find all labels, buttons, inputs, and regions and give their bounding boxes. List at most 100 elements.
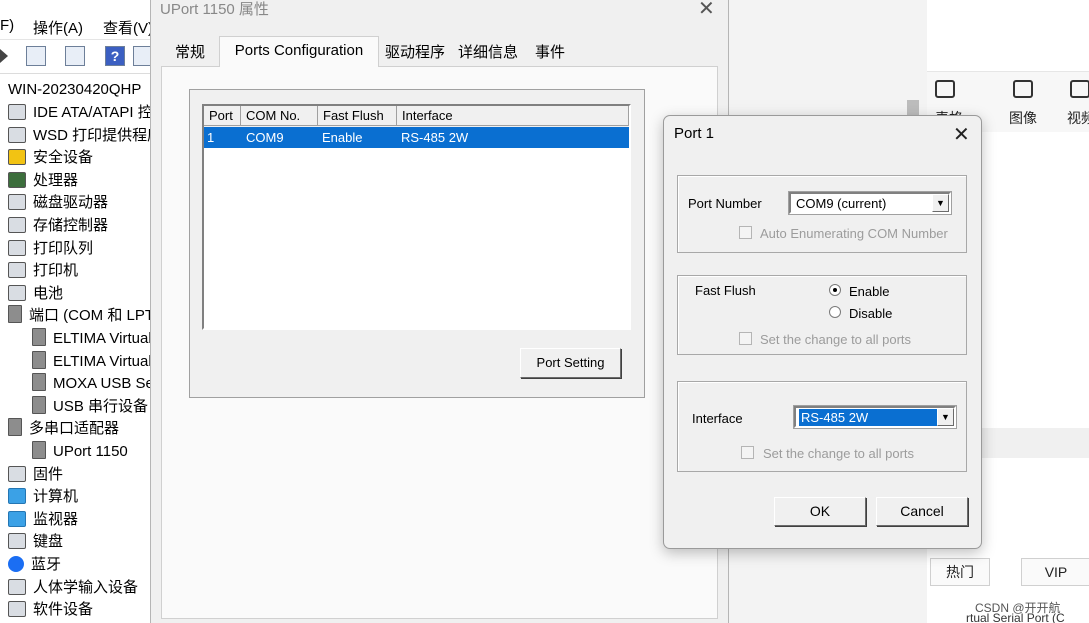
tree-item-label: 安全设备: [33, 149, 94, 167]
tree-item[interactable]: 多串口适配器: [8, 418, 119, 440]
interface-combo[interactable]: RS-485 2W ▼: [793, 405, 957, 429]
port-number-label: Port Number: [688, 196, 762, 211]
chevron-down-icon[interactable]: ▼: [932, 194, 949, 212]
tree-item[interactable]: 电池: [8, 283, 63, 305]
tree-item[interactable]: 安全设备: [8, 147, 93, 169]
tree-item-label: 计算机: [33, 488, 79, 506]
image-tab[interactable]: 图像: [1005, 108, 1041, 128]
help-icon[interactable]: ?: [105, 46, 125, 66]
column-interface[interactable]: Interface: [397, 106, 629, 126]
column-fast-flush[interactable]: Fast Flush: [318, 106, 397, 126]
auto-enumerating-checkbox[interactable]: [739, 226, 752, 239]
cell-com: COM9: [246, 130, 284, 145]
device-manager-menubar: F) 操作(A) 查看(V): [0, 0, 153, 40]
chevron-down-icon[interactable]: ▼: [937, 408, 954, 426]
hid-icon: [8, 578, 26, 595]
tree-item[interactable]: 存储控制器: [8, 215, 108, 237]
column-port[interactable]: Port: [204, 106, 241, 126]
ide-controller-icon: [8, 104, 26, 120]
cell-port: 1: [207, 130, 215, 145]
tree-item[interactable]: 监视器: [8, 509, 78, 531]
interface-label: Interface: [692, 411, 743, 426]
tree-item[interactable]: ELTIMA Virtual: [32, 350, 152, 373]
software-device-icon: [8, 601, 26, 618]
battery-icon: [8, 284, 26, 301]
forward-icon[interactable]: [0, 49, 8, 63]
serial-port-icon: [32, 328, 46, 346]
video-icon[interactable]: [1070, 80, 1089, 98]
tree-item[interactable]: WSD 打印提供程序: [8, 125, 162, 147]
tree-item-label: 蓝牙: [31, 556, 62, 573]
background-app-top: [927, 0, 1089, 72]
column-com-no[interactable]: COM No.: [241, 106, 318, 126]
tree-item[interactable]: 处理器: [8, 170, 78, 192]
properties-icon[interactable]: [26, 46, 46, 66]
processor-icon: [8, 171, 26, 188]
printer-provider-icon: [8, 126, 26, 143]
menu-file[interactable]: F): [0, 17, 14, 34]
port-number-value: COM9 (current): [796, 196, 887, 211]
bluetooth-icon: [8, 556, 24, 572]
storage-controller-icon: [8, 217, 26, 233]
cancel-button[interactable]: Cancel: [876, 497, 968, 526]
port-setting-button[interactable]: Port Setting: [520, 348, 621, 378]
tab-ports-configuration[interactable]: Ports Configuration: [219, 36, 379, 67]
interface-set-all-checkbox[interactable]: [741, 446, 754, 459]
multiport-adapter-icon: [8, 418, 22, 437]
table-row[interactable]: 1 COM9 Enable RS-485 2W: [204, 127, 629, 148]
tree-item-label: 键盘: [33, 533, 64, 551]
tab-details[interactable]: 详细信息: [453, 40, 523, 66]
enable-radio[interactable]: [829, 284, 841, 296]
tree-root-computer[interactable]: WIN-20230420QHP: [8, 79, 141, 101]
tree-item[interactable]: USB 串行设备: [32, 395, 149, 418]
update-driver-icon[interactable]: [65, 46, 85, 66]
menu-view[interactable]: 查看(V): [103, 17, 153, 38]
disable-radio[interactable]: [829, 306, 841, 318]
hot-button[interactable]: 热门: [930, 558, 990, 586]
tree-item-label: MOXA USB Se: [53, 375, 154, 393]
disable-label: Disable: [849, 306, 893, 321]
ok-button[interactable]: OK: [774, 497, 866, 526]
tab-general[interactable]: 常规: [161, 40, 219, 66]
serial-port-icon: [32, 350, 46, 369]
security-device-icon: [8, 149, 26, 166]
monitor-icon: [8, 510, 26, 527]
close-icon[interactable]: ✕: [953, 122, 970, 147]
tree-item[interactable]: 人体学输入设备: [8, 577, 138, 599]
tab-events[interactable]: 事件: [527, 40, 573, 66]
set-all-ports-checkbox[interactable]: [739, 332, 752, 345]
port-number-combo[interactable]: COM9 (current) ▼: [788, 191, 952, 215]
table-icon[interactable]: [935, 80, 955, 98]
tree-item[interactable]: MOXA USB Se: [32, 373, 154, 395]
tree-item[interactable]: 计算机: [8, 486, 78, 508]
port-icon: [8, 305, 22, 324]
computer-icon: [8, 488, 26, 505]
tree-item[interactable]: IDE ATA/ATAPI 控: [8, 102, 153, 124]
serial-port-icon: [32, 441, 46, 459]
enable-label: Enable: [849, 284, 890, 299]
tree-item-label: 存储控制器: [33, 217, 109, 234]
tree-item-label: 监视器: [33, 510, 79, 528]
interface-set-all-label: Set the change to all ports: [763, 446, 915, 461]
tree-item-label: USB 串行设备: [53, 397, 149, 415]
properties-title: UPort 1150 属性: [160, 1, 269, 18]
tree-item[interactable]: 软件设备: [8, 599, 93, 621]
tab-driver[interactable]: 驱动程序: [379, 40, 451, 66]
tree-item[interactable]: 打印队列: [8, 238, 93, 260]
tree-item[interactable]: 键盘: [8, 531, 63, 553]
tree-item-label: 人体学输入设备: [33, 578, 139, 596]
video-tab[interactable]: 视频: [1063, 108, 1089, 128]
vip-button[interactable]: VIP: [1021, 558, 1089, 586]
port-dialog-title: Port 1: [674, 125, 715, 142]
tree-item[interactable]: 打印机: [8, 260, 78, 282]
tree-item[interactable]: 磁盘驱动器: [8, 192, 108, 214]
close-icon[interactable]: ✕: [698, 0, 715, 21]
image-icon[interactable]: [1013, 80, 1033, 98]
tree-item[interactable]: 蓝牙: [8, 554, 61, 576]
tree-item[interactable]: 端口 (COM 和 LPT: [8, 305, 154, 327]
serial-port-icon: [32, 373, 46, 392]
tree-item[interactable]: 固件: [8, 464, 63, 486]
menu-action[interactable]: 操作(A): [33, 17, 83, 38]
tree-item[interactable]: ELTIMA Virtual: [32, 328, 152, 350]
tree-item[interactable]: UPort 1150: [32, 441, 128, 463]
